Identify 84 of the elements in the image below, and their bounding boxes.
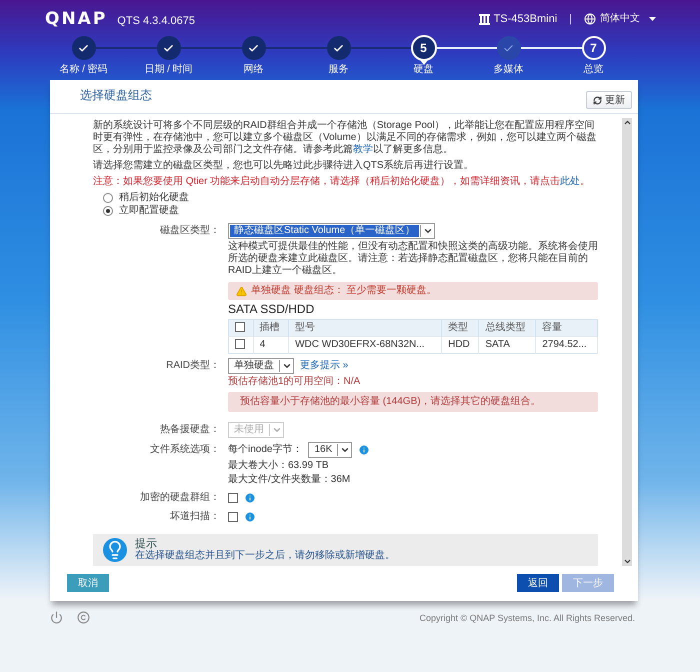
copyright-icon[interactable] — [77, 611, 90, 624]
table-cell: 4 — [253, 336, 289, 354]
volume-description: 这种模式可提供最佳的性能，但没有动态配置和快照这类的高级功能。系统将会使用所选的硬盘来建立此磁盘区。请注意：若选择静态配置磁盘区，您将只能在目前的RAID上建立一个磁盘区。 — [228, 241, 598, 277]
table-title: SATA SSD/HDD — [228, 302, 316, 317]
details-link[interactable]: 此处 — [560, 176, 580, 187]
chevron-down-icon[interactable] — [282, 361, 292, 371]
server-icon — [478, 14, 490, 24]
table-cell: HDD — [442, 336, 479, 354]
radio-button[interactable] — [103, 193, 113, 203]
step-label: 总览 — [584, 64, 604, 76]
checkbox[interactable] — [235, 339, 245, 350]
tip-title: 提示 — [135, 538, 158, 550]
device-name: TS-453Bmini — [494, 13, 558, 25]
refresh-button[interactable]: 更新 — [586, 91, 632, 109]
step-label: 服务 — [328, 64, 348, 76]
info-icon[interactable] — [244, 492, 256, 504]
step-label: 硬盘 — [414, 64, 434, 76]
field-label: 热备援硬盘： — [159, 423, 220, 437]
dialog-title: 选择硬盘组态 — [80, 88, 152, 103]
check-icon — [163, 42, 174, 54]
version-label: QTS 4.3.4.0675 — [117, 14, 195, 26]
caret-icon[interactable] — [649, 17, 656, 21]
checkbox[interactable] — [228, 492, 238, 502]
estimate-text: 预估存储池1的可用空间：N/A — [228, 376, 362, 388]
step-label: 日期 / 时间 — [144, 64, 193, 76]
column-header: 型号 — [288, 320, 442, 336]
check-icon — [333, 42, 344, 54]
step-number: 7 — [590, 42, 597, 54]
radio-label: 稍后初始化硬盘 — [119, 192, 189, 204]
check-icon — [248, 42, 259, 54]
table-cell: 2794.52... — [536, 336, 598, 354]
info-icon[interactable] — [244, 510, 256, 522]
error-alert: 预估容量小于存储池的最小容量 (144GB)，请选择其它的硬盘组合。 — [228, 392, 598, 412]
chevron-up-icon[interactable] — [622, 118, 632, 127]
table-cell: SATA — [478, 336, 536, 354]
logo: QNAP — [45, 13, 108, 25]
volume-type-select[interactable]: 静态磁盘区Static Volume（单一磁盘区） — [228, 223, 436, 239]
warning-icon — [236, 286, 247, 296]
checkbox[interactable] — [235, 322, 245, 332]
field-label: 磁盘区类型： — [159, 224, 220, 238]
chevron-down-icon[interactable] — [340, 445, 350, 455]
intro-paragraph: 新的系统设计可将多个不同层级的RAID群组合并成一个存储池（Storage Pool），此举能让您在配置应用程序空间时更有弹性，在存储池中，您可以建立多个磁盘区（Volume）以满足不同的存储需求，例如，您可以建立两个磁盘区，分别用于监控录像及公司部门之文件存储。请参考此篇教学以了解更多信息。 — [93, 120, 598, 156]
info-icon[interactable] — [358, 444, 370, 456]
table-cell: WDC WD30EFRX-68N32N... — [288, 336, 442, 354]
radio-label: 立即配置硬盘 — [119, 205, 179, 217]
instruction-text: 请选择您需建立的磁盘区类型，您也可以先略过此步骤待进入QTS系统后再进行设置。 — [93, 160, 475, 172]
power-icon[interactable] — [50, 611, 63, 624]
field-label: 文件系统选项： — [149, 442, 220, 457]
check-icon — [503, 42, 514, 54]
column-header: 总线类型 — [478, 320, 536, 336]
tutorial-link[interactable]: 教学 — [353, 144, 373, 155]
scrollbar[interactable] — [622, 118, 632, 566]
checkbox[interactable] — [228, 512, 238, 522]
max-volume-text: 最大卷大小：63.99 TB — [228, 460, 330, 472]
column-header: 容量 — [536, 320, 598, 336]
radio-button[interactable] — [103, 206, 113, 216]
field-label: 加密的硬盘群组： — [139, 490, 220, 505]
chevron-down-icon[interactable] — [622, 557, 632, 566]
warning-alert: 单独硬盘 硬盘组态： 至少需要一颗硬盘。 — [228, 282, 598, 300]
notice-text: 注意：如果您要使用 Qtier 功能来启动自动分层存储，请选择（稍后初始化硬盘），如需详细资讯，请点击此处。 — [93, 176, 592, 188]
raid-type-select[interactable]: 单独硬盘 — [228, 358, 294, 374]
column-header: 插槽 — [253, 320, 289, 336]
tip-text: 在选择硬盘组态并且到下一步之后，请勿移除或新增硬盘。 — [135, 550, 395, 562]
cancel-button[interactable]: 取消 — [67, 574, 109, 592]
lightbulb-icon — [103, 538, 127, 562]
field-label: RAID类型： — [165, 358, 220, 373]
step-label: 名称 / 密码 — [59, 64, 108, 76]
refresh-icon — [593, 96, 602, 104]
inode-select[interactable]: 16K — [308, 442, 352, 458]
step-number: 5 — [420, 42, 427, 54]
back-button[interactable]: 返回 — [517, 574, 559, 592]
copyright-text: Copyright © QNAP Systems, Inc. All Rights Reserved. — [419, 612, 635, 624]
more-tips-link[interactable]: 更多提示 » — [300, 360, 348, 372]
step-label: 多媒体 — [494, 64, 524, 76]
field-label: 坏道扫描： — [169, 510, 220, 524]
language-selector[interactable]: 简体中文 — [600, 13, 640, 25]
check-icon — [78, 42, 89, 54]
chevron-down-icon[interactable] — [422, 226, 433, 236]
column-header: 类型 — [442, 320, 479, 336]
globe-icon — [584, 13, 596, 25]
step-label: 网络 — [244, 64, 264, 76]
inode-label: 每个inode字节： — [228, 444, 302, 456]
max-files-text: 最大文件/文件夹数量：36M — [228, 474, 352, 486]
separator: | — [569, 13, 572, 25]
